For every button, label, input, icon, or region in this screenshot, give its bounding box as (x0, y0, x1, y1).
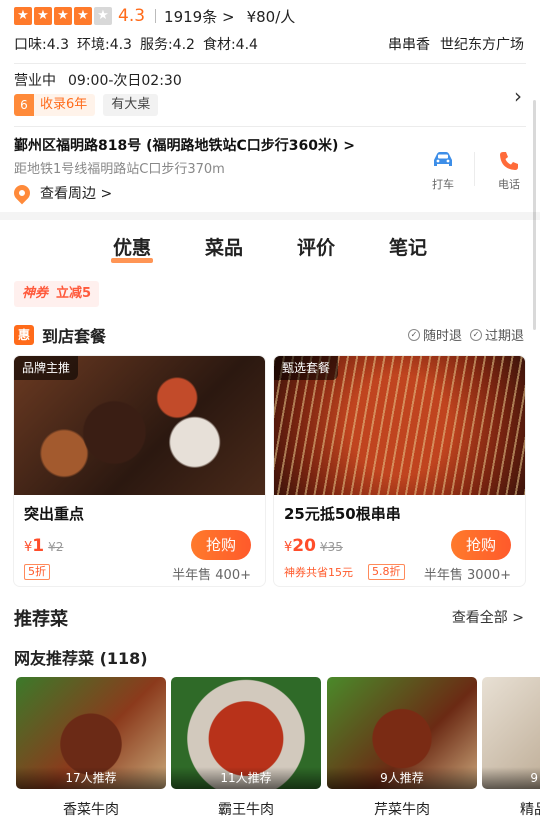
shop-tags: 串串香 世纪东方广场 (378, 34, 524, 54)
coupon-chip[interactable]: 神券 立减5 (14, 281, 100, 307)
original-price: ¥2 (48, 540, 64, 554)
tab-dishes[interactable]: 菜品 (203, 233, 245, 265)
price-value: 20 (292, 536, 316, 556)
rating-score: 4.3 (118, 6, 146, 26)
tag-category[interactable]: 串串香 (388, 34, 430, 54)
check-circle-icon: ✓ (469, 328, 482, 341)
package-card[interactable]: 甄选套餐 25元抵50根串串 ¥20 ¥35 抢购 神券共省15元 5.8折 半年… (274, 356, 525, 586)
user-recommend-title: 网友推荐菜 (118) (14, 649, 148, 668)
divider (14, 63, 526, 64)
star-icon: ★ (54, 7, 72, 25)
rating-row: ★ ★ ★ ★ ★ 4.3 1919条 > ¥80/人 (14, 5, 295, 27)
dish-image: 17人推荐 (16, 677, 166, 789)
package-price: ¥20 ¥35 (284, 536, 343, 556)
package-section-title: 惠 到店套餐 (14, 323, 106, 347)
dish-image: 9人推荐 (327, 677, 477, 789)
package-image: 甄选套餐 (274, 356, 525, 495)
business-hours[interactable]: 营业中 09:00-次日02:30 (14, 70, 182, 90)
years-listed-badge: 收录6年 (34, 94, 96, 116)
divider (474, 152, 475, 186)
tab-deals[interactable]: 优惠 (110, 233, 153, 265)
metro-distance: 距地铁1号线福明路站C口步行370m (14, 162, 225, 177)
view-around-label: 查看周边 > (40, 186, 113, 202)
tag-location[interactable]: 世纪东方广场 (440, 34, 524, 54)
buy-button[interactable]: 抢购 (191, 530, 251, 560)
dish-card[interactable]: 9人推荐 芹菜牛肉 (327, 677, 477, 819)
view-around-link[interactable]: 查看周边 > (10, 181, 113, 205)
star-rating: ★ ★ ★ ★ ★ (14, 7, 112, 25)
open-status: 营业中 (14, 73, 56, 89)
star-icon: ★ (74, 7, 92, 25)
price-per-person: ¥80/人 (246, 7, 296, 26)
refund-flags: ✓ 随时退 ✓ 过期退 (407, 325, 524, 344)
discount-badge: 5.8折 (368, 564, 405, 580)
section-gap (0, 212, 540, 220)
recommend-title: 推荐菜 (14, 609, 68, 630)
recommend-count: 11人推荐 (171, 767, 321, 789)
original-price: ¥35 (319, 540, 343, 554)
location-pin-icon (10, 181, 34, 205)
divider (14, 126, 526, 127)
score-taste: 口味:4.3 (14, 37, 69, 53)
star-icon: ★ (34, 7, 52, 25)
dish-image: 9 (482, 677, 540, 789)
coupon-savings: 神券共省15元 (284, 566, 353, 579)
dish-name: 精品 (520, 802, 540, 818)
score-service: 服务:4.2 (139, 37, 195, 53)
car-icon (418, 150, 468, 172)
view-all-link[interactable]: 查看全部 > (452, 607, 524, 627)
discount-badge: 5折 (24, 564, 50, 580)
sub-scores: 口味:4.3 环境:4.3 服务:4.2 食材:4.4 (14, 34, 266, 54)
recommend-count: 9人推荐 (327, 767, 477, 789)
dish-card[interactable]: 9 精品 (482, 677, 540, 819)
dish-card[interactable]: 17人推荐 香菜牛肉 (16, 677, 166, 819)
package-title: 到店套餐 (42, 327, 107, 346)
coupon-text: 立减5 (56, 286, 92, 301)
taxi-label: 打车 (432, 178, 454, 191)
package-card[interactable]: 品牌主推 突出重点 ¥1 ¥2 抢购 5折 半年售 400+ (14, 356, 265, 586)
sales-count: 半年售 3000+ (423, 568, 511, 583)
years-number-badge: 6 (14, 94, 34, 116)
package-ribbon: 甄选套餐 (274, 356, 339, 380)
dish-name: 芹菜牛肉 (374, 802, 430, 818)
deal-icon: 惠 (14, 325, 34, 345)
check-circle-icon: ✓ (407, 328, 420, 341)
dish-name: 香菜牛肉 (63, 802, 119, 818)
package-name: 25元抵50根串串 (284, 505, 401, 523)
tab-reviews[interactable]: 评价 (295, 233, 337, 265)
price-value: 1 (32, 536, 45, 556)
refund-expired: 过期退 (484, 329, 524, 344)
taxi-button[interactable]: 打车 (418, 150, 468, 192)
divider (155, 9, 157, 23)
review-count-link[interactable]: 1919条 > (164, 6, 235, 27)
refund-anytime: 随时退 (422, 329, 462, 344)
package-image: 品牌主推 (14, 356, 265, 495)
star-icon: ★ (14, 7, 32, 25)
scrollbar[interactable] (533, 100, 536, 330)
package-price: ¥1 ¥2 (24, 536, 63, 556)
recommend-count: 9 (482, 767, 540, 789)
star-empty-icon: ★ (94, 7, 112, 25)
package-ribbon: 品牌主推 (14, 356, 79, 380)
sales-count: 半年售 400+ (172, 568, 251, 583)
dish-card[interactable]: 11人推荐 霸王牛肉 (171, 677, 321, 819)
package-name: 突出重点 (24, 505, 85, 523)
coupon-brand: 神券 (22, 286, 49, 301)
large-table-badge: 有大桌 (103, 94, 159, 116)
buy-button[interactable]: 抢购 (451, 530, 511, 560)
section-tabs: 优惠 菜品 评价 笔记 (0, 233, 540, 265)
score-ingredients: 食材:4.4 (202, 37, 258, 53)
address-link[interactable]: 鄞州区福明路818号 (福明路地铁站C口步行360米) > (14, 135, 355, 155)
chevron-right-icon[interactable]: › (514, 84, 522, 108)
recommend-count: 17人推荐 (16, 767, 166, 789)
hours-time: 09:00-次日02:30 (68, 73, 182, 89)
dish-image: 11人推荐 (171, 677, 321, 789)
score-environment: 环境:4.3 (76, 37, 132, 53)
dish-name: 霸王牛肉 (218, 802, 274, 818)
tab-notes[interactable]: 笔记 (387, 233, 429, 265)
phone-icon (484, 150, 534, 172)
call-label: 电话 (498, 178, 520, 191)
shop-badges: 6 收录6年 有大桌 (14, 94, 159, 116)
call-button[interactable]: 电话 (484, 150, 534, 192)
